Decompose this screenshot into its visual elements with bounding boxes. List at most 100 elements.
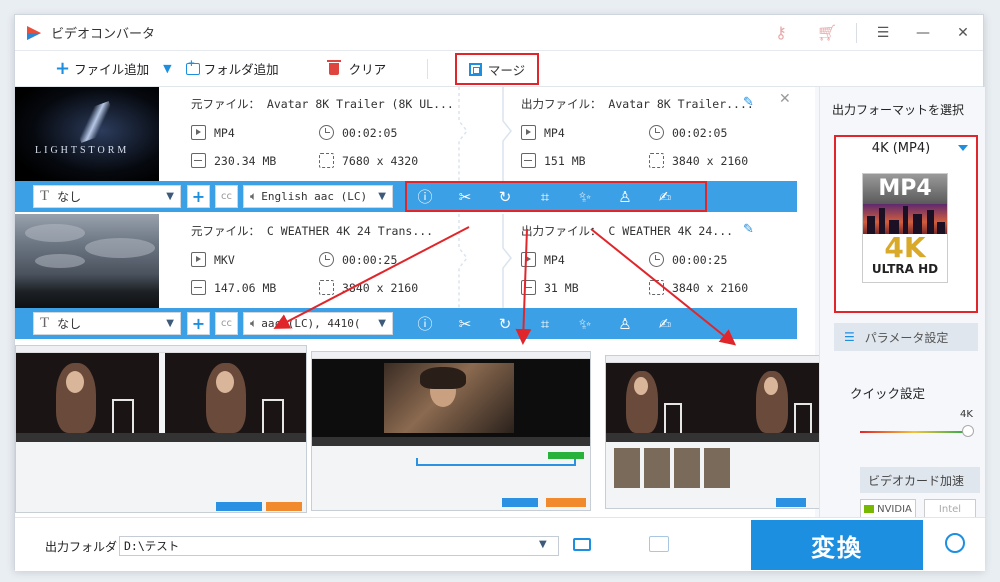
file-item[interactable]: LIGHTSTORM 元ファイル： Avatar 8K Trailer (8K …	[15, 87, 797, 184]
output-size: 151 MB	[544, 153, 586, 168]
cart-icon[interactable]: 🛒︎	[804, 15, 850, 51]
folder-add-icon	[185, 59, 200, 75]
audio-select[interactable]: 🔈︎ English aac (LC) ▼	[243, 185, 393, 208]
clear-button[interactable]: クリア	[326, 59, 387, 78]
app-window: ビデオコンバータ ⚷ 🛒︎ ☰ — ✕ + ファイル追加 ▼ フォルダ追加 クリ…	[14, 14, 985, 571]
video-clip-icon[interactable]	[649, 536, 669, 552]
filesize-icon	[191, 153, 206, 168]
chevron-down-icon: ▼	[163, 62, 172, 75]
rename-pencil-icon[interactable]: ✎	[743, 95, 754, 110]
parameter-settings-button[interactable]: ☰ パラメータ設定	[834, 323, 978, 351]
format-badge-top: MP4	[863, 174, 947, 204]
nvidia-label: NVIDIA	[877, 503, 912, 515]
nvidia-toggle[interactable]: NVIDIA	[860, 499, 916, 519]
app-logo-icon	[27, 25, 41, 40]
add-folder-label: フォルダ追加	[203, 62, 279, 77]
watermark-icon[interactable]: ♙	[605, 308, 645, 339]
source-duration: 00:00:25	[342, 252, 398, 267]
edit-tools: ⓘ ✂ ↻ ⌗ ✨︎ ♙ ✍	[405, 308, 685, 339]
menu-icon[interactable]: ☰	[863, 15, 903, 51]
intel-label: Intel	[938, 503, 962, 515]
format-badge-bottom: ULTRA HD	[871, 262, 939, 276]
video-thumbnail[interactable]: LIGHTSTORM	[15, 87, 159, 184]
filesize-icon	[521, 280, 536, 295]
add-folder-button[interactable]: フォルダ追加	[185, 59, 279, 78]
chevron-down-icon: ▼	[378, 191, 386, 202]
rename-pencil-icon[interactable]: ✎	[743, 222, 754, 237]
remove-file-icon[interactable]: ✕	[779, 91, 791, 107]
alarm-clock-icon[interactable]	[945, 533, 965, 553]
minimize-button[interactable]: —	[903, 15, 943, 51]
format-name: 4K (MP4)	[871, 141, 931, 156]
subtitle-select[interactable]: T なし ▼	[33, 312, 181, 335]
quality-slider[interactable]	[860, 431, 968, 433]
format-icon	[521, 125, 536, 140]
source-size: 230.34 MB	[214, 153, 277, 168]
nvidia-logo-icon	[864, 505, 875, 513]
subtitle-select[interactable]: T なし ▼	[33, 185, 181, 208]
source-duration: 00:02:05	[342, 125, 398, 140]
resolution-icon	[319, 153, 334, 168]
filesize-icon	[191, 280, 206, 295]
key-icon[interactable]: ⚷	[758, 15, 804, 51]
clear-label: クリア	[348, 62, 387, 77]
output-format-selector[interactable]: 4K (MP4) MP4 4K ULTRA HD	[834, 135, 978, 313]
output-format: MP4	[544, 252, 565, 267]
output-info: 出力ファイル： Avatar 8K Trailer.... MP4 00:02:…	[521, 87, 781, 184]
file-item[interactable]: 元ファイル： C WEATHER 4K 24 Trans... MKV 00:0…	[15, 214, 797, 311]
add-subtitle-button[interactable]: +	[187, 312, 210, 335]
add-file-dropdown[interactable]: ▼	[163, 62, 171, 75]
gpu-acceleration-button[interactable]: ビデオカード加速	[860, 467, 980, 493]
subtitle-icon: T	[40, 188, 50, 204]
resolution-icon	[319, 280, 334, 295]
add-file-button[interactable]: + ファイル追加	[55, 58, 149, 79]
cc-button[interactable]: cc	[215, 185, 238, 208]
chevron-down-icon[interactable]: ▼	[539, 539, 547, 550]
video-thumbnail[interactable]	[15, 214, 159, 311]
output-folder-label: 出力フォルダ：	[45, 540, 130, 554]
intel-toggle[interactable]: Intel	[924, 499, 976, 519]
source-size: 147.06 MB	[214, 280, 277, 295]
output-format: MP4	[544, 125, 565, 140]
crop-icon[interactable]: ⌗	[525, 308, 565, 339]
gpu-acceleration-label: ビデオカード加速	[868, 473, 965, 488]
quality-slider-handle[interactable]	[962, 425, 974, 437]
audio-select[interactable]: 🔈︎ aac (LC), 4410( ▼	[243, 312, 393, 335]
convert-button[interactable]: 変換	[751, 520, 923, 570]
resolution-icon	[649, 280, 664, 295]
add-subtitle-button[interactable]: +	[187, 185, 210, 208]
format-icon	[521, 252, 536, 267]
subtitle-icon: T	[40, 315, 50, 331]
effects-wand-icon[interactable]: ✨︎	[565, 308, 605, 339]
clock-icon	[649, 125, 664, 140]
crop-preview-window	[15, 345, 307, 513]
output-resolution: 3840 x 2160	[672, 153, 749, 168]
bottom-bar: 出力フォルダ： D:\テスト ▼ 変換	[15, 517, 985, 571]
thumbnail-logo-text: LIGHTSTORM	[35, 145, 130, 156]
convert-arrow-icon	[458, 87, 512, 184]
output-folder-input[interactable]: D:\テスト	[119, 536, 559, 556]
app-title: ビデオコンバータ	[51, 27, 156, 42]
merge-button[interactable]: マージ	[455, 53, 539, 85]
clock-icon	[649, 252, 664, 267]
source-title: 元ファイル： Avatar 8K Trailer (8K UL...	[191, 97, 454, 111]
open-folder-icon[interactable]	[573, 538, 591, 551]
source-format: MKV	[214, 252, 235, 267]
merge-icon	[468, 62, 482, 76]
info-icon[interactable]: ⓘ	[405, 308, 445, 339]
rotate-icon[interactable]: ↻	[485, 308, 525, 339]
output-format-label: 出力フォーマットを選択	[832, 103, 965, 117]
close-button[interactable]: ✕	[943, 15, 983, 51]
quality-max-label: 4K	[960, 409, 973, 420]
cc-button[interactable]: cc	[215, 312, 238, 335]
output-info: 出力ファイル： C WEATHER 4K 24... MP4 00:00:25 …	[521, 214, 781, 311]
subtitle-value: なし	[57, 317, 82, 331]
clock-icon	[319, 125, 334, 140]
file-edit-bar: T なし ▼ + cc 🔈︎ aac (LC), 4410( ▼ ⓘ ✂ ↻ ⌗…	[15, 308, 797, 339]
output-duration: 00:02:05	[672, 125, 728, 140]
convert-arrow-icon	[458, 214, 512, 311]
source-resolution: 7680 x 4320	[342, 153, 419, 168]
output-size: 31 MB	[544, 280, 579, 295]
scissors-icon[interactable]: ✂	[445, 308, 485, 339]
subtitle-edit-icon[interactable]: ✍	[645, 308, 685, 339]
